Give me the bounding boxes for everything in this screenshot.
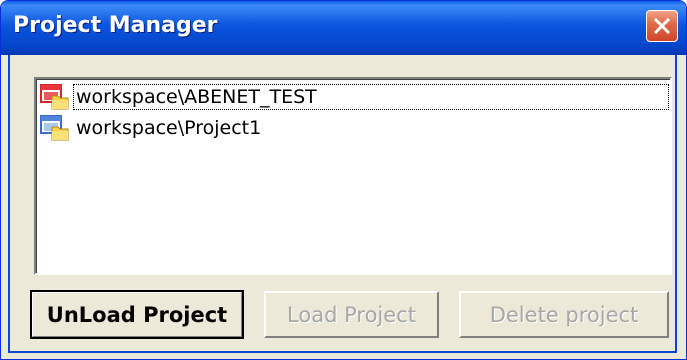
project-manager-window: Project Manager workspace\ABENET_TEST wo… <box>0 0 687 360</box>
close-button[interactable] <box>646 10 678 42</box>
project-loaded-icon <box>40 84 69 110</box>
project-list[interactable]: workspace\ABENET_TEST workspace\Project1 <box>34 77 672 275</box>
close-icon <box>653 17 671 35</box>
window-title: Project Manager <box>13 13 218 38</box>
list-item[interactable]: workspace\Project1 <box>40 113 263 143</box>
project-label: workspace\ABENET_TEST <box>73 84 669 110</box>
title-bar[interactable]: Project Manager <box>1 1 686 55</box>
load-project-button[interactable]: Load Project <box>264 291 439 338</box>
project-label: workspace\Project1 <box>76 117 262 139</box>
list-item[interactable]: workspace\ABENET_TEST <box>40 82 669 112</box>
unload-project-button[interactable]: UnLoad Project <box>30 290 244 339</box>
delete-project-button[interactable]: Delete project <box>459 291 669 338</box>
project-icon <box>40 115 69 141</box>
